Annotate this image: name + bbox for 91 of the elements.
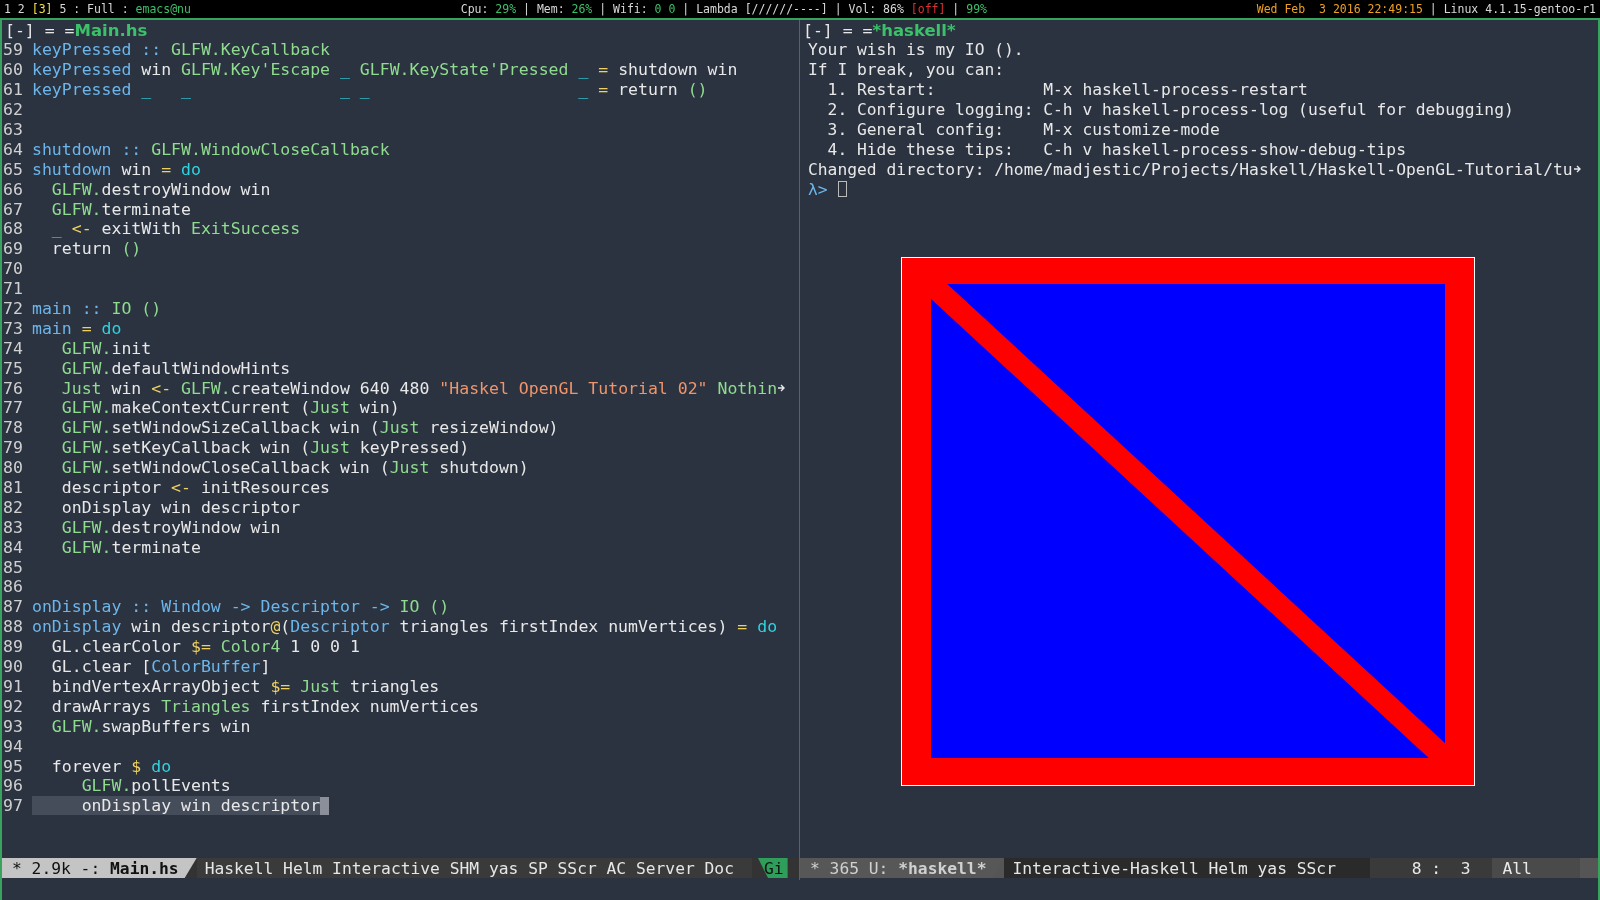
code-line: GL.clear [ColorBuffer] — [50, 657, 271, 677]
line-number: 64 — [2, 139, 24, 159]
line-number: 69 — [2, 239, 24, 259]
header-line-marker: [-] = = — [5, 20, 75, 40]
repl-output-line: 2. Configure logging: C-h v haskell-process-log (useful for debugging) — [826, 100, 1514, 120]
line-number: 93 — [2, 716, 24, 736]
minibuffer[interactable] — [0, 880, 1600, 900]
line-number: 97 — [2, 796, 24, 816]
line-number: 73 — [2, 318, 24, 338]
code-line: GLFW.pollEvents — [80, 776, 231, 796]
code-line: GLFW.setWindowSizeCallback win (Just resizeWindow) — [60, 418, 559, 438]
line-number: 62 — [2, 100, 24, 120]
line-number: 94 — [2, 736, 24, 756]
line-number: 81 — [2, 478, 24, 498]
line-number: 75 — [2, 358, 24, 378]
code-line: onDisplay win descriptor@(Descriptor triangles firstIndex numVertices) = do — [32, 617, 778, 637]
code-line: drawArrays Triangles firstIndex numVertices — [50, 696, 480, 716]
line-number: 65 — [2, 159, 24, 179]
buffer-name: *haskell* — [872, 20, 956, 40]
line-number: 87 — [2, 597, 24, 617]
code-line: onDisplay :: Window -> Descriptor -> IO () — [32, 597, 450, 617]
date-and-kernel: Wed Feb 3 2016 22:49:15 | Linux 4.1.15-gentoo-r1 — [1256, 2, 1596, 16]
line-number: 77 — [2, 398, 24, 418]
code-line: descriptor <- initResources — [60, 478, 331, 498]
code-line: GLFW.setKeyCallback win (Just keyPressed) — [60, 438, 470, 458]
line-number: 89 — [2, 637, 24, 657]
line-number: 85 — [2, 557, 24, 577]
code-line: onDisplay win descriptor — [60, 497, 301, 517]
code-line: keyPressed win GLFW.Key'Escape _ GLFW.KeyState'Pressed _ = shutdown win — [32, 60, 738, 80]
line-number: 74 — [2, 338, 24, 358]
line-number: 68 — [2, 219, 24, 239]
minor-modes-list: Interactive-Haskell Helm yas SScr — [1004, 858, 1371, 878]
minor-modes-list: Haskell Helm Interactive SHM yas SP SScr AC Server Doc — [196, 858, 752, 878]
buffer-name: Main.hs — [74, 20, 148, 40]
line-number: 92 — [2, 696, 24, 716]
line-number: 86 — [2, 577, 24, 597]
line-number: 60 — [2, 60, 24, 80]
buffer-status: * 2.9k -: Main.hs — [2, 858, 197, 878]
repl-output-line: Changed directory: /home/madjestic/Projects/Haskell/Haskell-OpenGL-Tutorial/tu — [808, 159, 1573, 179]
code-line: return () — [50, 239, 142, 259]
line-number: 59 — [2, 40, 24, 60]
line-number: 71 — [2, 279, 24, 299]
repl-output-line: Your wish is my IO (). — [808, 40, 1024, 60]
line-number: 96 — [2, 776, 24, 796]
line-number: 80 — [2, 458, 24, 478]
line-number: 78 — [2, 418, 24, 438]
system-monitor: Cpu: 29% | Mem: 26% | Wifi: 0 0 | Lambda [//////----] | Vol: 86% [off] | 99% — [460, 2, 987, 16]
line-number: 66 — [2, 179, 24, 199]
code-line: GLFW.init — [60, 338, 152, 358]
code-line: forever $ do — [50, 756, 172, 776]
header-line-marker: [-] = = — [803, 20, 873, 40]
cursor-position: 8 : 3 — [1370, 858, 1493, 878]
line-number: 83 — [2, 517, 24, 537]
code-line: GLFW.setWindowCloseCallback win (Just shutdown) — [60, 458, 529, 478]
line-number: 79 — [2, 438, 24, 458]
code-line: GLFW.terminate — [50, 199, 191, 219]
line-number: 61 — [2, 80, 24, 100]
code-line: GLFW.defaultWindowHints — [60, 358, 291, 378]
repl-prompt: λ> — [808, 179, 828, 199]
code-line: GL.clearColor $= Color4 1 0 0 1 — [50, 637, 360, 657]
code-line: Just win <- GLFW.createWindow 640 480 "Haskel OpenGL Tutorial 02" Nothin — [60, 378, 778, 398]
code-line: GLFW.destroyWindow win — [60, 517, 281, 537]
line-number: 67 — [2, 199, 24, 219]
code-line: keyPressed :: GLFW.KeyCallback — [32, 40, 331, 60]
repl-output-line: 3. General config: M-x customize-mode — [826, 120, 1220, 139]
code-line: shutdown win = do — [32, 159, 201, 179]
workspace-indicator: 1 2 [3] 5 : Full : emacs@nu — [4, 2, 191, 16]
code-line: main :: IO () — [32, 299, 162, 318]
line-number: 88 — [2, 617, 24, 637]
code-line: GLFW.terminate — [60, 537, 201, 557]
repl-output-line: 1. Restart: M-x haskell-process-restart — [826, 80, 1308, 100]
code-line: _ <- exitWith ExitSuccess — [50, 219, 301, 239]
scroll-extent: All — [1492, 858, 1581, 878]
line-number: 82 — [2, 497, 24, 517]
line-number: 91 — [2, 676, 24, 696]
repl-output-line: If I break, you can: — [808, 60, 1005, 80]
code-line: keyPressed _ _ _ _ _ = return () — [32, 80, 708, 100]
code-line: main = do — [32, 318, 122, 338]
line-number: 70 — [2, 259, 24, 279]
code-line: GLFW.makeContextCurrent (Just win) — [60, 398, 400, 418]
line-number: 76 — [2, 378, 24, 398]
code-line: bindVertexArrayObject $= Just triangles — [50, 676, 440, 696]
line-number: 95 — [2, 756, 24, 776]
line-number: 90 — [2, 657, 24, 677]
line-number: 72 — [2, 299, 24, 318]
code-line: shutdown :: GLFW.WindowCloseCallback — [32, 139, 390, 159]
line-number: 63 — [2, 120, 24, 139]
code-line: GLFW.swapBuffers win — [50, 716, 251, 736]
repl-output-line: 4. Hide these tips: C-h v haskell-process-show-debug-tips — [826, 139, 1406, 159]
code-line: GLFW.destroyWindow win — [50, 179, 271, 199]
line-number: 84 — [2, 537, 24, 557]
